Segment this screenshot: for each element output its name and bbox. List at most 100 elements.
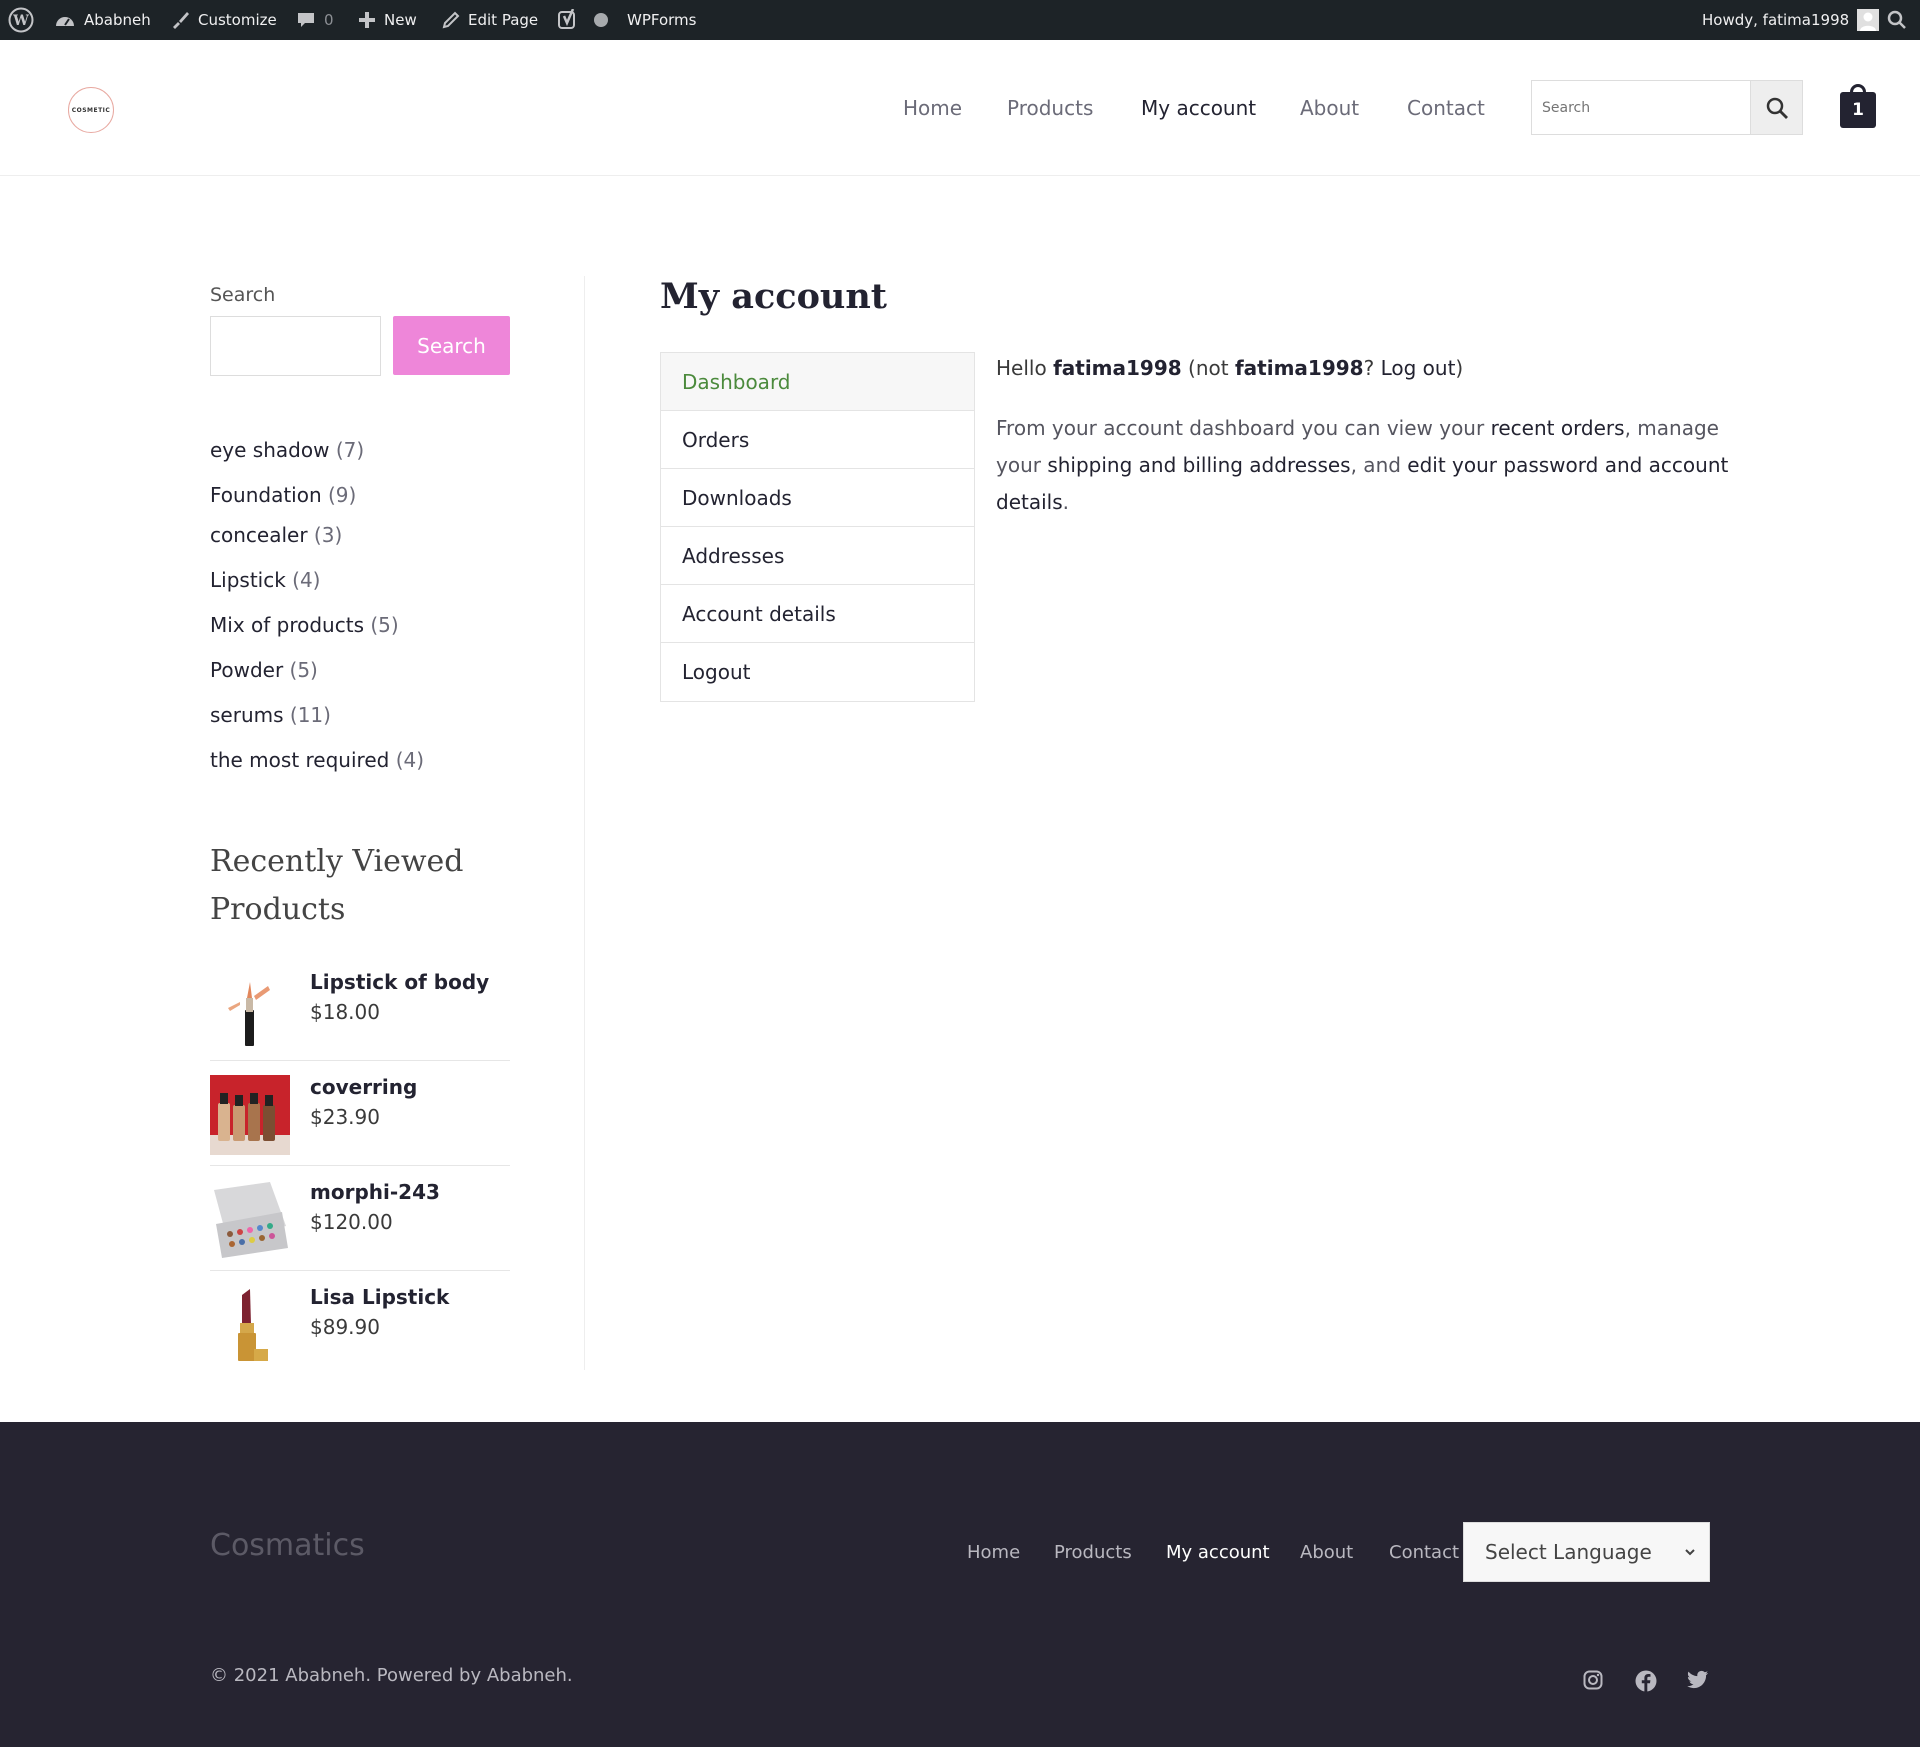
account-nav-orders[interactable]: Orders	[661, 411, 974, 469]
yoast-icon[interactable]	[557, 0, 579, 40]
howdy-label: Howdy, fatima1998	[1702, 11, 1850, 29]
footer-nav-my-account[interactable]: My account	[1166, 1542, 1270, 1563]
product-thumbnail	[210, 970, 290, 1050]
intro-text: , and	[1350, 453, 1408, 477]
svg-text:W: W	[12, 13, 29, 29]
account-nav-downloads[interactable]: Downloads	[661, 469, 974, 527]
category-item[interactable]: the most required (4)	[210, 748, 424, 772]
twitter-icon[interactable]	[1687, 1670, 1709, 1694]
account-nav-addresses[interactable]: Addresses	[661, 527, 974, 585]
sidebar-divider	[584, 276, 585, 1370]
site-logo[interactable]: COSMETIC	[68, 87, 114, 133]
category-name: serums	[210, 703, 284, 727]
category-count: (11)	[289, 703, 331, 727]
account-nav-dashboard[interactable]: Dashboard	[661, 353, 974, 411]
admin-site-name[interactable]: Ababneh	[54, 0, 151, 40]
wpforms-label: WPForms	[627, 11, 697, 29]
category-item[interactable]: Lipstick (4)	[210, 568, 321, 592]
addresses-link[interactable]: shipping and billing addresses	[1047, 453, 1350, 477]
admin-comments[interactable]: 0	[296, 0, 334, 40]
category-item[interactable]: Powder (5)	[210, 658, 318, 682]
brush-icon	[173, 12, 189, 29]
category-name: Foundation	[210, 483, 322, 507]
customize-label: Customize	[198, 11, 277, 29]
header-search-input[interactable]	[1532, 81, 1750, 134]
admin-edit-page[interactable]: Edit Page	[442, 0, 538, 40]
product-name[interactable]: Lipstick of body	[310, 970, 489, 994]
search-icon	[1766, 97, 1788, 119]
account-nav-account-details[interactable]: Account details	[661, 585, 974, 643]
category-item[interactable]: serums (11)	[210, 703, 331, 727]
seo-status-dot-icon[interactable]	[593, 0, 609, 40]
comments-count: 0	[324, 11, 334, 29]
admin-account[interactable]: Howdy, fatima1998	[1702, 0, 1880, 40]
footer-brand[interactable]: Cosmatics	[210, 1528, 365, 1563]
category-name: the most required	[210, 748, 390, 772]
product-name[interactable]: coverring	[310, 1075, 417, 1099]
footer-nav-about[interactable]: About	[1300, 1542, 1353, 1563]
nav-products[interactable]: Products	[1007, 96, 1093, 120]
category-item[interactable]: eye shadow (7)	[210, 438, 364, 462]
recently-viewed-item[interactable]: Lipstick of body $18.00	[210, 956, 510, 1061]
category-count: (9)	[328, 483, 357, 507]
nav-about[interactable]: About	[1300, 96, 1359, 120]
category-count: (5)	[370, 613, 399, 637]
admin-new[interactable]: New	[358, 0, 417, 40]
greeting-username: fatima1998	[1053, 356, 1182, 380]
greeting-username-alt: fatima1998	[1234, 356, 1364, 380]
product-name[interactable]: Lisa Lipstick	[310, 1285, 449, 1309]
nav-my-account[interactable]: My account	[1141, 96, 1256, 120]
wordpress-logo-icon[interactable]: W	[8, 0, 34, 40]
category-name: eye shadow	[210, 438, 330, 462]
intro-text: From your account dashboard you can view…	[996, 416, 1491, 440]
header-search	[1531, 80, 1803, 135]
nav-contact[interactable]: Contact	[1407, 96, 1485, 120]
footer-nav-home[interactable]: Home	[967, 1542, 1020, 1563]
product-thumbnail	[210, 1075, 290, 1155]
product-price: $18.00	[310, 1000, 380, 1024]
category-item[interactable]: Foundation (9)	[210, 483, 356, 507]
account-navigation: Dashboard Orders Downloads Addresses Acc…	[660, 352, 975, 702]
page-title: My account	[660, 276, 887, 317]
site-name-label: Ababneh	[84, 11, 151, 29]
category-name: Powder	[210, 658, 284, 682]
sidebar-search-button[interactable]: Search	[393, 316, 510, 375]
edit-page-label: Edit Page	[468, 11, 539, 29]
logout-link[interactable]: Log out	[1381, 356, 1456, 380]
greeting-close: )	[1455, 356, 1464, 380]
admin-search-icon[interactable]	[1887, 0, 1907, 40]
footer-nav-products[interactable]: Products	[1054, 1542, 1132, 1563]
category-item[interactable]: concealer (3)	[210, 523, 342, 547]
product-name[interactable]: morphi-243	[310, 1180, 440, 1204]
cart-button[interactable]: 1	[1840, 84, 1876, 128]
category-item[interactable]: Mix of products (5)	[210, 613, 399, 637]
language-select[interactable]: Select Language	[1463, 1522, 1710, 1582]
greeting-not: (not	[1181, 356, 1235, 380]
language-select-value: Select Language	[1485, 1540, 1652, 1564]
category-count: (3)	[313, 523, 343, 547]
account-nav-logout[interactable]: Logout	[661, 643, 974, 701]
nav-home[interactable]: Home	[903, 96, 962, 120]
admin-customize[interactable]: Customize	[170, 0, 277, 40]
recently-viewed-item[interactable]: Lisa Lipstick $89.90	[210, 1271, 510, 1376]
header-search-button[interactable]	[1750, 81, 1802, 134]
recently-viewed-item[interactable]: coverring $23.90	[210, 1061, 510, 1166]
sidebar-search-label: Search	[210, 284, 276, 306]
sidebar-search-input[interactable]	[210, 316, 381, 376]
footer-nav-contact[interactable]: Contact	[1389, 1542, 1459, 1563]
facebook-icon[interactable]	[1635, 1670, 1657, 1696]
dashboard-icon	[56, 17, 74, 26]
recent-orders-link[interactable]: recent orders	[1491, 416, 1625, 440]
admin-wpforms[interactable]: WPForms	[627, 0, 696, 40]
product-price: $120.00	[310, 1210, 393, 1234]
category-count: (5)	[289, 658, 318, 682]
copyright: © 2021 Ababneh. Powered by Ababneh.	[210, 1665, 573, 1686]
product-price: $89.90	[310, 1315, 380, 1339]
chevron-down-icon	[1685, 1549, 1695, 1556]
recently-viewed-item[interactable]: morphi-243 $120.00	[210, 1166, 510, 1271]
category-name: Mix of products	[210, 613, 364, 637]
cart-count: 1	[1840, 92, 1876, 128]
comment-icon	[298, 13, 314, 27]
plus-icon	[359, 12, 375, 28]
instagram-icon[interactable]	[1583, 1670, 1603, 1694]
